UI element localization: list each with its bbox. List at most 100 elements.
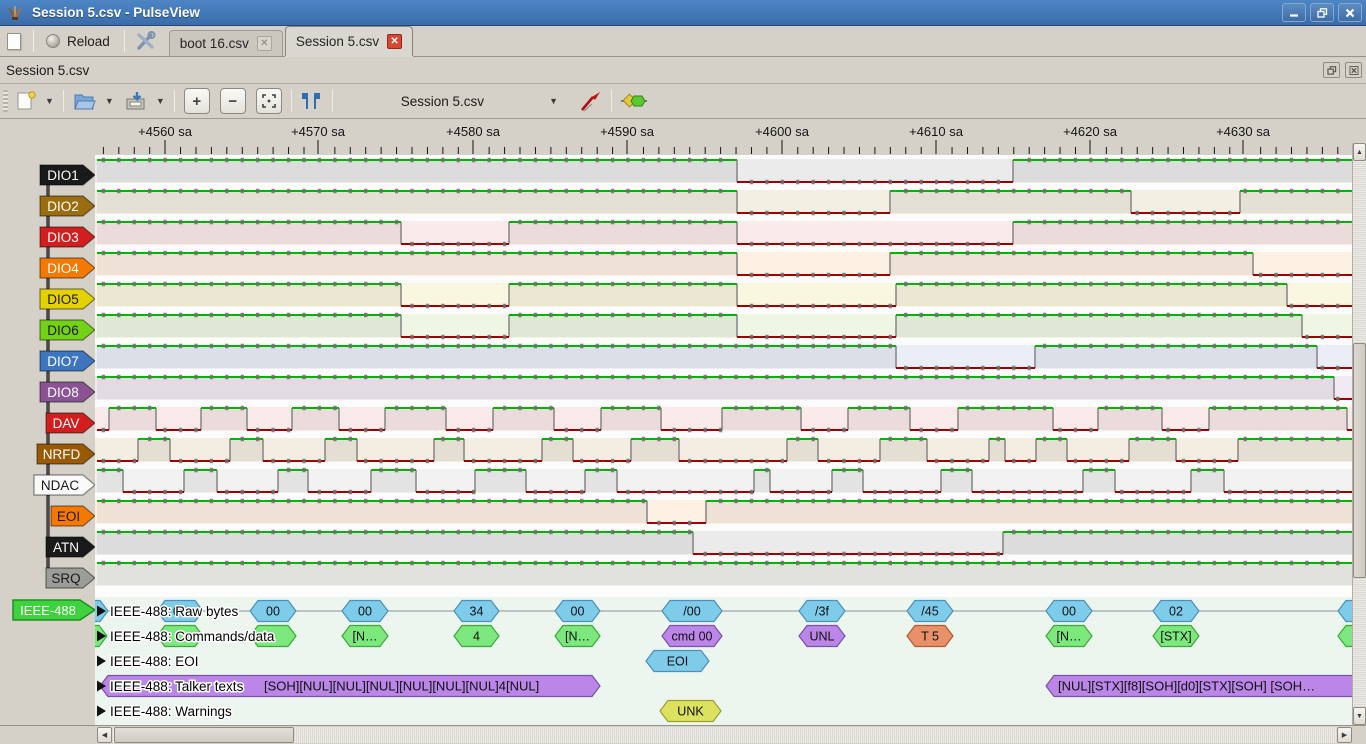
scroll-down-button[interactable]: ▼ (1353, 707, 1366, 725)
probe-icon (579, 89, 603, 113)
channel-tag-DIO5[interactable]: DIO5 (40, 289, 95, 309)
ruler-ticks (0, 119, 1366, 155)
zoom-in-button[interactable]: + (184, 88, 210, 114)
tab-boot16[interactable]: boot 16.csv ✕ (169, 30, 283, 56)
close-icon (1349, 66, 1359, 75)
separator (33, 30, 34, 52)
close-button[interactable] (1338, 3, 1362, 22)
channel-tag-label: NRFD (43, 447, 81, 462)
tab-session5[interactable]: Session 5.csv ✕ (285, 26, 413, 56)
channel-tag-SRQ[interactable]: SRQ (46, 568, 95, 588)
horizontal-scrollbar[interactable]: ◀ ▶ (97, 727, 1352, 743)
annotation-text: 00 (358, 605, 372, 619)
channel-tag-DIO3[interactable]: DIO3 (40, 227, 95, 247)
horizontal-scroll-thumb[interactable] (114, 727, 294, 743)
pulse-fill (890, 253, 1253, 275)
session-float-button[interactable] (1323, 62, 1340, 78)
channel-tag-DIO7[interactable]: DIO7 (40, 351, 95, 371)
channel-tag-DIO4[interactable]: DIO4 (40, 258, 95, 278)
channel-tag-label: DAV (53, 416, 80, 431)
pulseview-logo-icon (6, 4, 24, 22)
scroll-right-button[interactable]: ▶ (1337, 727, 1352, 743)
annotation-text: /3f (815, 605, 829, 619)
channel-tags: DIO1 DIO2 DIO3 DIO4 DIO5 DIO6 DIO7 DIO8 DAV NRFD N… (0, 155, 95, 725)
pulse-fill (292, 408, 339, 430)
decoder-tag-ieee488[interactable]: IEEE-488 (13, 600, 95, 620)
channel-tag-label: DIO8 (47, 385, 79, 400)
waveform-area[interactable]: 0000003400/00/3f/450002IEEE-488: Raw byt… (95, 155, 1352, 725)
channel-tag-DAV[interactable]: DAV (46, 413, 95, 433)
decoder-row-label: IEEE-488: EOI (110, 654, 199, 669)
session-close-button[interactable] (1345, 62, 1362, 78)
channel-tag-DIO2[interactable]: DIO2 (40, 196, 95, 216)
annotation-text: 00 (571, 605, 585, 619)
ruler-label-1: +4570 sa (291, 124, 345, 139)
tab-close-icon[interactable]: ✕ (387, 34, 402, 49)
trace-view: DIO1 DIO2 DIO3 DIO4 DIO5 DIO6 DIO7 DIO8 DAV NRFD N… (0, 155, 1366, 725)
show-cursors-button[interactable] (296, 87, 328, 115)
save-file-button[interactable] (119, 87, 151, 115)
channel-tag-DIO1[interactable]: DIO1 (40, 165, 95, 185)
trace-DIO6 (97, 315, 1352, 337)
minimize-button[interactable] (1282, 3, 1306, 22)
channel-tag-DIO6[interactable]: DIO6 (40, 320, 95, 340)
pulse-fill (896, 284, 1287, 306)
device-combobox[interactable]: Session 5.csv ▼ (393, 94, 563, 109)
open-file-dropdown[interactable]: ▼ (100, 96, 119, 106)
new-view-button[interactable] (12, 87, 40, 115)
channel-tag-ATN[interactable]: ATN (46, 537, 95, 557)
channel-tag-DIO8[interactable]: DIO8 (40, 382, 95, 402)
open-folder-icon (72, 90, 96, 112)
restore-button[interactable] (1310, 3, 1334, 22)
vertical-scroll-thumb[interactable] (1353, 343, 1366, 578)
channel-tag-label: DIO7 (47, 354, 79, 369)
pulse-fill (97, 346, 896, 368)
pulse-fill (230, 439, 263, 461)
pulse-fill (1238, 439, 1352, 461)
vertical-scrollbar[interactable]: ▲ ▼ (1352, 143, 1366, 725)
annotation-text: 00 (266, 605, 280, 619)
probe-config-button[interactable] (575, 87, 607, 115)
session-toolbar: ▼ ▼ ▼ + − Session 5.csv ▼ (0, 84, 1366, 119)
channel-tag-EOI[interactable]: EOI (51, 506, 95, 526)
zoom-fit-icon (262, 94, 276, 108)
channel-tag-label: DIO2 (47, 199, 79, 214)
annotation-text: [NUL][STX][f8][SOH][d0][STX][SOH] [SOH… (1058, 679, 1315, 694)
tab-close-icon[interactable]: ✕ (257, 36, 272, 51)
reload-button[interactable]: Reload (38, 31, 120, 52)
trace-DIO5 (97, 284, 1352, 306)
time-ruler[interactable]: +4560 sa+4570 sa+4580 sa+4590 sa+4600 sa… (0, 119, 1366, 155)
add-decoder-button[interactable] (616, 87, 652, 115)
annotation-text: [N… (565, 630, 590, 644)
separator (63, 90, 64, 112)
pulse-fill (97, 315, 401, 337)
window-title: Session 5.csv - PulseView (32, 5, 200, 20)
pulse-fill (1191, 470, 1224, 492)
scroll-up-button[interactable]: ▲ (1353, 143, 1366, 161)
tools-wrench-icon[interactable] (135, 30, 157, 52)
zoom-fit-button[interactable] (256, 88, 282, 114)
reload-label: Reload (67, 34, 110, 49)
pulse-fill (941, 470, 972, 492)
annotation-text: [N… (1057, 630, 1082, 644)
scroll-left-button[interactable]: ◀ (97, 727, 112, 743)
new-view-dropdown[interactable]: ▼ (40, 96, 59, 106)
ruler-label-7: +4630 sa (1216, 124, 1270, 139)
horizontal-scrollbar-row: ◀ ▶ (0, 725, 1366, 744)
decoder-row-label: IEEE-488: Raw bytes (110, 604, 239, 619)
annotation-text: 4 (473, 630, 480, 644)
new-session-icon[interactable] (7, 33, 21, 50)
toolbar-grip[interactable] (3, 90, 8, 112)
pulse-fill (201, 408, 247, 430)
pulse-fill (371, 470, 416, 492)
open-file-button[interactable] (68, 87, 100, 115)
zoom-out-button[interactable]: − (220, 88, 246, 114)
pulse-fill (1083, 470, 1115, 492)
save-file-dropdown[interactable]: ▼ (151, 96, 170, 106)
decoder-row-label: IEEE-488: Commands/data (110, 629, 275, 644)
pulse-fill (706, 501, 1352, 523)
channel-tag-NDAC[interactable]: NDAC (34, 475, 95, 495)
trace-DIO1 (97, 160, 1352, 182)
decoder-tag-label: IEEE-488 (20, 603, 76, 618)
channel-tag-NRFD[interactable]: NRFD (37, 444, 95, 464)
